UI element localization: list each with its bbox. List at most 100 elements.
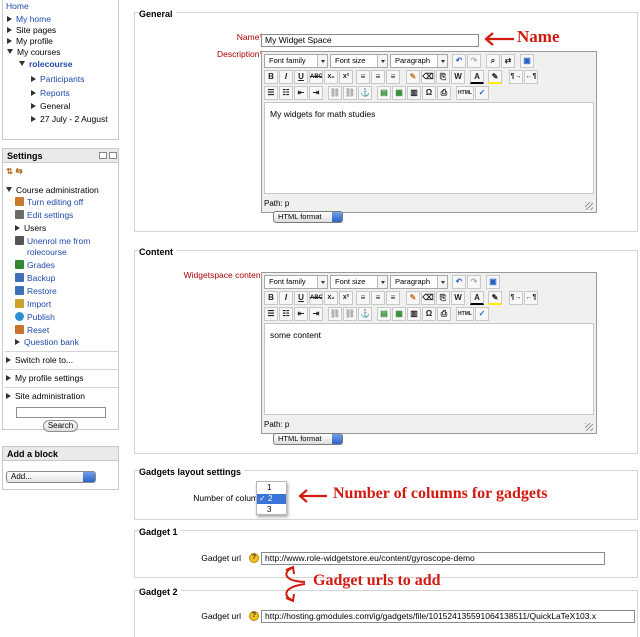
site-administration[interactable]: Site administration: [6, 391, 85, 402]
strikethrough-icon[interactable]: ABC: [309, 291, 323, 305]
italic-icon[interactable]: I: [279, 70, 293, 84]
font-size-select[interactable]: Font size: [330, 275, 388, 289]
bold-icon[interactable]: B: [264, 70, 278, 84]
settings-item-backup[interactable]: Backup: [15, 273, 55, 284]
my-profile-settings[interactable]: My profile settings: [6, 373, 84, 384]
fullscreen-icon[interactable]: ▣: [520, 54, 534, 68]
add-block-select[interactable]: Add...: [6, 471, 96, 483]
replace-icon[interactable]: ⇄: [501, 54, 515, 68]
special-character-icon[interactable]: Ω: [422, 86, 436, 100]
subscript-icon[interactable]: x₂: [324, 291, 338, 305]
paragraph-select[interactable]: Paragraph: [390, 54, 448, 68]
paste-word-icon[interactable]: W: [451, 291, 465, 305]
help-icon[interactable]: ?: [249, 553, 259, 563]
bullet-list-icon[interactable]: ☰: [264, 307, 278, 321]
columns-option-3[interactable]: 3: [257, 505, 286, 515]
link-icon[interactable]: ⛓: [328, 307, 342, 321]
moodle-media-icon[interactable]: ▥: [407, 307, 421, 321]
redo-icon[interactable]: ↷: [467, 275, 481, 289]
indent-icon[interactable]: ⇥: [309, 307, 323, 321]
unlink-icon[interactable]: ⛓: [343, 86, 357, 100]
moodle-media-icon[interactable]: ▥: [407, 86, 421, 100]
outdent-icon[interactable]: ⇤: [294, 86, 308, 100]
ltr-icon[interactable]: ¶→: [509, 291, 523, 305]
numbered-list-icon[interactable]: ☷: [279, 86, 293, 100]
highlight-color-icon[interactable]: ✎: [488, 291, 502, 305]
align-center-icon[interactable]: ≡: [371, 291, 385, 305]
settings-item-reset[interactable]: Reset: [15, 325, 49, 336]
align-left-icon[interactable]: ≡: [356, 291, 370, 305]
font-family-select[interactable]: Font family: [264, 54, 328, 68]
indent-icon[interactable]: ⇥: [309, 86, 323, 100]
special-character-icon[interactable]: Ω: [422, 307, 436, 321]
underline-icon[interactable]: U: [294, 291, 308, 305]
settings-search-input[interactable]: [16, 407, 106, 418]
settings-item-users[interactable]: Users: [15, 223, 46, 234]
spellcheck-icon[interactable]: ✓: [475, 307, 489, 321]
clear-formatting-icon[interactable]: ✎: [406, 70, 420, 84]
anchor-icon[interactable]: ⚓: [358, 86, 372, 100]
gadget-1-url-input[interactable]: http://www.role-widgetstore.eu/content/g…: [261, 552, 605, 565]
nav-reports[interactable]: Reports: [31, 88, 70, 99]
spellcheck-icon[interactable]: ✓: [475, 86, 489, 100]
bold-icon[interactable]: B: [264, 291, 278, 305]
settings-item-publish[interactable]: Publish: [15, 312, 55, 323]
html-source-icon[interactable]: HTML: [456, 86, 474, 100]
content-format-select[interactable]: HTML format: [273, 433, 343, 445]
find-icon[interactable]: ⌕: [486, 54, 500, 68]
rtl-icon[interactable]: ←¶: [524, 291, 538, 305]
nav-general[interactable]: General: [31, 101, 70, 112]
paste-word-icon[interactable]: W: [451, 70, 465, 84]
help-icon[interactable]: ?: [249, 611, 259, 621]
align-right-icon[interactable]: ≡: [386, 70, 400, 84]
settings-item-unenrol-course[interactable]: rolecourse: [27, 247, 67, 258]
numbered-list-icon[interactable]: ☷: [279, 307, 293, 321]
highlight-color-icon[interactable]: ✎: [488, 70, 502, 84]
font-family-select[interactable]: Font family: [264, 275, 328, 289]
media-icon[interactable]: ▦: [392, 307, 406, 321]
gadget-2-url-input[interactable]: http://hosting.gmodules.com/ig/gadgets/f…: [261, 610, 635, 623]
name-input[interactable]: My Widget Space: [261, 34, 479, 47]
resize-grip-icon[interactable]: [585, 423, 593, 431]
paste-text-icon[interactable]: ⎘: [436, 291, 450, 305]
underline-icon[interactable]: U: [294, 70, 308, 84]
ltr-icon[interactable]: ¶→: [509, 70, 523, 84]
italic-icon[interactable]: I: [279, 291, 293, 305]
move-arrows-icon[interactable]: ⇅ ⇆: [6, 166, 23, 177]
course-administration[interactable]: Course administration: [6, 185, 99, 196]
redo-icon[interactable]: ↷: [467, 54, 481, 68]
search-button[interactable]: Search: [43, 420, 78, 432]
nav-course-rolecourse[interactable]: rolecourse: [19, 59, 72, 70]
hide-block-icon[interactable]: [109, 152, 117, 159]
settings-item-question-bank[interactable]: Question bank: [15, 337, 79, 348]
unlink-icon[interactable]: ⛓: [343, 307, 357, 321]
nav-my-courses[interactable]: My courses: [7, 47, 60, 58]
strikethrough-icon[interactable]: ABC: [309, 70, 323, 84]
columns-dropdown[interactable]: 1 ✓ 2 3: [256, 481, 287, 515]
font-size-select[interactable]: Font size: [330, 54, 388, 68]
image-icon[interactable]: ▤: [377, 307, 391, 321]
nav-my-profile[interactable]: My profile: [7, 36, 53, 47]
columns-option-1[interactable]: 1: [257, 483, 286, 493]
anchor-icon[interactable]: ⚓: [358, 307, 372, 321]
subscript-icon[interactable]: x₂: [324, 70, 338, 84]
align-left-icon[interactable]: ≡: [356, 70, 370, 84]
undo-icon[interactable]: ↶: [452, 54, 466, 68]
eraser-icon[interactable]: ⌫: [421, 291, 435, 305]
link-icon[interactable]: ⛓: [328, 86, 342, 100]
undo-icon[interactable]: ↶: [452, 275, 466, 289]
image-icon[interactable]: ▤: [377, 86, 391, 100]
description-editor-area[interactable]: My widgets for math studies: [264, 102, 594, 194]
switch-role[interactable]: Switch role to...: [6, 355, 73, 366]
nav-week[interactable]: 27 July - 2 August: [31, 114, 108, 125]
align-center-icon[interactable]: ≡: [371, 70, 385, 84]
rtl-icon[interactable]: ←¶: [524, 70, 538, 84]
eraser-icon[interactable]: ⌫: [421, 70, 435, 84]
settings-item-grades[interactable]: Grades: [15, 260, 55, 271]
superscript-icon[interactable]: x²: [339, 291, 353, 305]
clear-formatting-icon[interactable]: ✎: [406, 291, 420, 305]
text-color-icon[interactable]: A: [470, 291, 484, 305]
settings-item-edit-settings[interactable]: Edit settings: [15, 210, 73, 221]
content-editor-area[interactable]: some content: [264, 323, 594, 415]
nav-participants[interactable]: Participants: [31, 74, 84, 85]
